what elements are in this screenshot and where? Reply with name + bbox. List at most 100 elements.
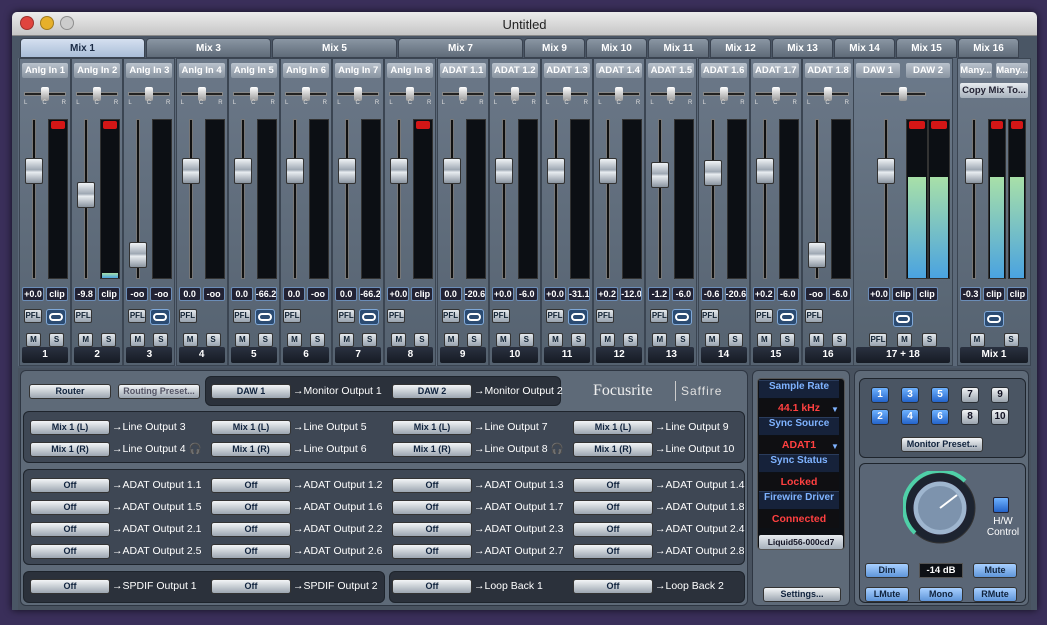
channel-name[interactable]: ADAT 1.6 [700, 63, 747, 78]
fader-knob[interactable] [25, 158, 43, 185]
dim-button[interactable]: Dim [865, 563, 909, 578]
pan-slider[interactable]: LCR [337, 87, 380, 106]
pan-knob[interactable] [824, 87, 832, 101]
pfl-button[interactable]: PFL [128, 309, 147, 323]
pfl-button[interactable]: PFL [546, 309, 564, 323]
route-source-select[interactable]: Off [573, 579, 653, 594]
pfl-button[interactable]: PFL [24, 309, 42, 323]
pan-slider[interactable]: LCR [598, 87, 641, 106]
pfl-button[interactable]: PFL [387, 309, 406, 323]
pfl-button[interactable]: PFL [441, 309, 460, 323]
pan-slider[interactable]: LCR [493, 87, 536, 106]
solo-button[interactable]: S [362, 333, 378, 347]
mute-button[interactable]: M [495, 333, 511, 347]
solo-button[interactable]: S [571, 333, 586, 347]
solo-button[interactable]: S [310, 333, 325, 347]
mute-button[interactable]: M [130, 333, 146, 347]
solo-button[interactable]: S [922, 333, 937, 347]
route-source-select[interactable]: Mix 1 (R) [211, 442, 291, 457]
fader-knob[interactable] [599, 158, 618, 185]
solo-button[interactable]: S [727, 333, 743, 347]
pan-knob[interactable] [145, 87, 154, 101]
fader-knob[interactable] [755, 158, 774, 185]
stereo-link-icon[interactable] [893, 311, 913, 327]
volume-knob[interactable] [903, 471, 977, 545]
route-source-select[interactable]: Mix 1 (L) [392, 420, 472, 435]
route-source-select[interactable]: Off [30, 544, 110, 559]
monitor-output-button[interactable]: 3 [901, 387, 919, 403]
channel-name[interactable]: Anlg In 1 [22, 63, 68, 78]
route-source-select[interactable]: DAW 2 [392, 384, 472, 399]
stereo-link-icon[interactable] [359, 309, 380, 325]
pfl-button[interactable]: PFL [283, 309, 301, 323]
many-button-1[interactable]: Many... [960, 63, 992, 78]
monitor-output-button[interactable]: 10 [991, 409, 1009, 425]
route-source-select[interactable]: Off [392, 522, 472, 537]
pan-slider[interactable]: LCR [232, 87, 275, 106]
pan-slider[interactable]: LCR [702, 87, 745, 106]
route-source-select[interactable]: DAW 1 [211, 384, 291, 399]
pfl-button[interactable]: PFL [178, 309, 197, 323]
route-source-select[interactable]: Off [573, 478, 653, 493]
tab-mix-3[interactable]: Mix 3 [146, 38, 271, 58]
route-source-select[interactable]: Off [211, 478, 291, 493]
solo-button[interactable]: S [414, 333, 430, 347]
channel-name[interactable]: ADAT 1.8 [805, 63, 851, 78]
pfl-button[interactable]: PFL [74, 309, 93, 323]
route-source-select[interactable]: Mix 1 (L) [30, 420, 110, 435]
daw-name-2[interactable]: DAW 2 [906, 63, 950, 78]
mute-button[interactable]: M [756, 333, 772, 347]
sample-rate-dropdown-icon[interactable]: ▼ [831, 405, 839, 414]
solo-button[interactable]: S [153, 333, 169, 347]
mute-button[interactable]: M [78, 333, 94, 347]
pan-slider[interactable] [880, 87, 926, 103]
sync-source-dropdown-icon[interactable]: ▼ [831, 442, 839, 451]
mute-button[interactable]: M [182, 333, 198, 347]
mute-button[interactable]: M [969, 333, 985, 347]
stereo-link-icon[interactable] [150, 309, 171, 325]
fader-knob[interactable] [965, 158, 983, 185]
pfl-button[interactable]: PFL [491, 309, 510, 323]
solo-button[interactable]: S [623, 333, 639, 347]
sample-rate-value[interactable]: 44.1 kHz [759, 399, 839, 417]
mute-button[interactable]: M [391, 333, 407, 347]
channel-name[interactable]: Anlg In 3 [126, 63, 173, 78]
pan-slider[interactable]: LCR [76, 87, 119, 106]
monitor-preset-button[interactable]: Monitor Preset... [901, 437, 983, 452]
pan-slider[interactable]: LCR [807, 87, 849, 106]
fader-knob[interactable] [442, 158, 461, 185]
channel-name[interactable]: ADAT 1.5 [648, 63, 695, 78]
solo-button[interactable]: S [49, 333, 64, 347]
channel-name[interactable]: Anlg In 5 [230, 63, 277, 78]
pan-slider[interactable]: LCR [128, 87, 171, 106]
tab-mix-16[interactable]: Mix 16 [958, 38, 1019, 58]
route-source-select[interactable]: Off [30, 579, 110, 594]
mute-button[interactable]: M [652, 333, 668, 347]
route-source-select[interactable]: Off [30, 500, 110, 515]
solo-button[interactable]: S [466, 333, 482, 347]
tab-mix-5[interactable]: Mix 5 [272, 38, 397, 58]
mute-button[interactable]: M [809, 333, 824, 347]
solo-button[interactable]: S [518, 333, 534, 347]
pan-knob[interactable] [719, 87, 728, 101]
monitor-output-button[interactable]: 1 [871, 387, 889, 403]
pfl-button[interactable]: PFL [700, 309, 719, 323]
route-source-select[interactable]: Off [392, 478, 472, 493]
monitor-output-button[interactable]: 9 [991, 387, 1009, 403]
fader-knob[interactable] [338, 158, 357, 185]
tab-mix-15[interactable]: Mix 15 [896, 38, 957, 58]
solo-button[interactable]: S [832, 333, 847, 347]
pan-knob[interactable] [302, 87, 310, 101]
route-source-select[interactable]: Off [392, 579, 472, 594]
pan-slider[interactable]: LCR [389, 87, 432, 106]
channel-name[interactable]: Anlg In 2 [74, 63, 121, 78]
copy-mix-button[interactable]: Copy Mix To... [960, 83, 1028, 98]
route-source-select[interactable]: Off [573, 522, 653, 537]
daw-name-1[interactable]: DAW 1 [856, 63, 900, 78]
fader-knob[interactable] [286, 158, 304, 185]
fader-knob[interactable] [129, 242, 148, 269]
sync-source-value[interactable]: ADAT1 [759, 436, 839, 454]
fader-knob[interactable] [808, 242, 826, 269]
pan-knob[interactable] [93, 87, 102, 101]
stereo-link-icon[interactable] [568, 309, 588, 325]
